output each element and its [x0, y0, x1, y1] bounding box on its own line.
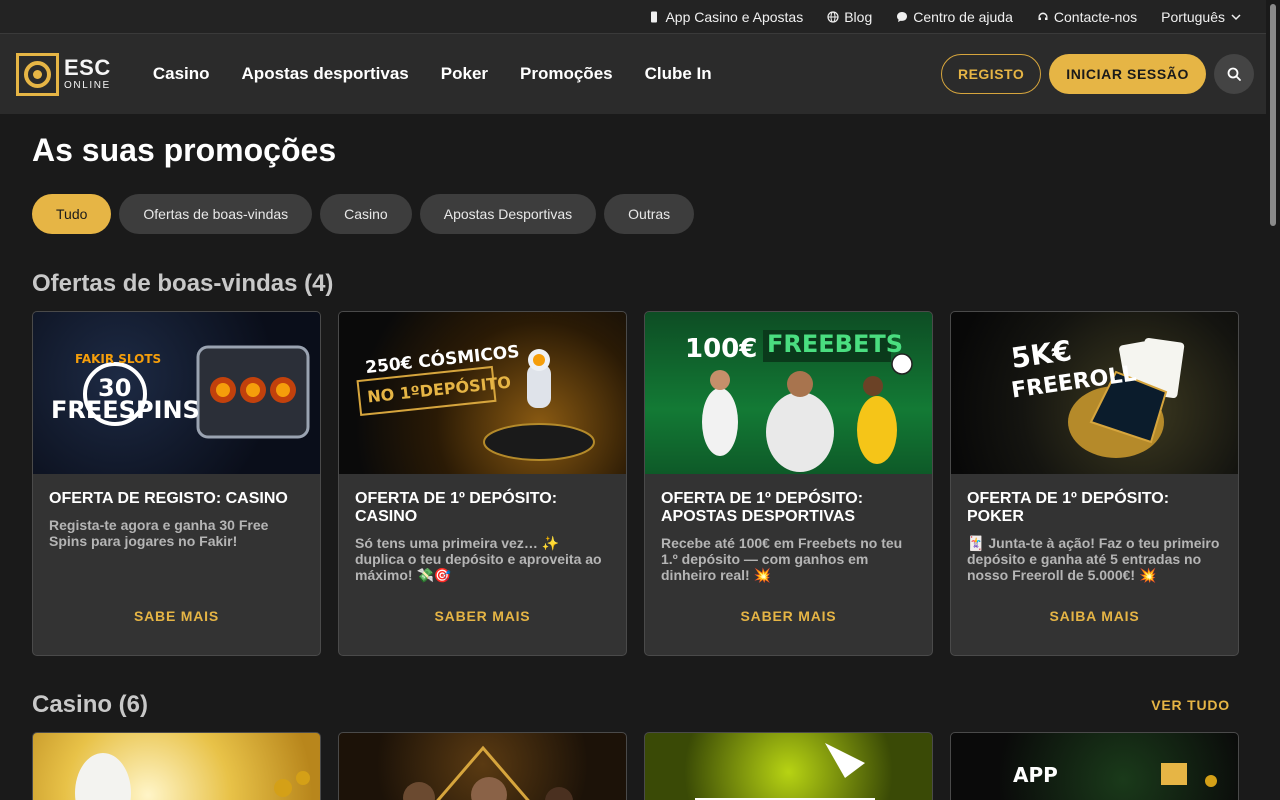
promo-image-headline: FREEBETS [767, 330, 904, 358]
promo-card-title: OFERTA DE 1º DEPÓSITO: APOSTAS DESPORTIV… [661, 490, 864, 525]
utility-bar: App Casino e Apostas Blog Centro de ajud… [0, 0, 1280, 34]
welcome-section-title: Ofertas de boas-vindas (4) [32, 270, 334, 297]
promo-card-title: OFERTA DE 1º DEPÓSITO: POKER [967, 490, 1170, 525]
promo-card-title: OFERTA DE 1º DEPÓSITO: CASINO [355, 490, 558, 525]
main-content: As suas promoções Tudo Ofertas de boas-v… [0, 132, 1280, 800]
promo-image-freebets: 100€ FREEBETS [645, 312, 932, 474]
register-button[interactable]: REGISTO [940, 54, 1042, 94]
chat-bubble-icon [897, 11, 908, 22]
page-title: As suas promoções [32, 132, 337, 168]
casino-section-header: Casino (6) VER TUDO [32, 691, 1248, 719]
promo-card-cta[interactable]: SABE MAIS [33, 608, 320, 624]
blog-link[interactable]: Blog [827, 9, 872, 25]
language-selector[interactable]: Português [1161, 9, 1242, 25]
search-icon [1227, 67, 1241, 81]
promo-card-cta[interactable]: SABER MAIS [645, 608, 932, 624]
promo-image-freeroll: 5K€ FREEROLL [951, 312, 1238, 474]
nav-promotions[interactable]: Promoções [520, 64, 613, 84]
promo-card-description: Só tens uma primeira vez… ✨ duplica o te… [355, 535, 602, 583]
promo-card-poker-deposit[interactable]: 5K€ FREEROLL OFERTA DE 1º DEPÓSITO: POKE… [950, 311, 1239, 656]
promo-image-cosmic: 250€ CÓSMICOS NO 1ºDEPÓSITO [339, 312, 626, 474]
promo-card-description: Recebe até 100€ em Freebets no teu 1.º d… [661, 535, 903, 583]
phone-icon [651, 11, 658, 22]
language-label: Português [1161, 8, 1225, 25]
logo-mark [16, 52, 59, 96]
main-nav: Casino Apostas desportivas Poker Promoçõ… [153, 64, 712, 84]
chevron-down-icon [1231, 13, 1241, 20]
login-button[interactable]: INICIAR SESSÃO [1049, 54, 1206, 94]
casino-promo-card[interactable] [32, 732, 321, 800]
promo-image-headline: FREESPINS [51, 396, 200, 424]
main-header: ESC ONLINE Casino Apostas desportivas Po… [0, 34, 1280, 114]
see-all-link[interactable]: VER TUDO [1151, 697, 1230, 713]
filter-chips: Tudo Ofertas de boas-vindas Casino Apost… [32, 194, 1248, 234]
promo-card-title: OFERTA DE REGISTO: CASINO [49, 490, 288, 507]
help-center-link[interactable]: Centro de ajuda [896, 9, 1013, 25]
promo-image-amount: 100€ [685, 334, 758, 364]
contact-link[interactable]: Contacte-nos [1037, 9, 1137, 25]
promo-card-description: Regista-te agora e ganha 30 Free Spins p… [49, 517, 269, 549]
promo-image-freespins: FAKIR SLOTS 30 FREESPINS [33, 312, 320, 474]
logo[interactable]: ESC ONLINE [16, 52, 111, 96]
promo-card-casino-registration[interactable]: FAKIR SLOTS 30 FREESPINS OFERTA DE REGIS… [32, 311, 321, 656]
promo-card-cta[interactable]: SAIBA MAIS [951, 608, 1238, 624]
filter-sports[interactable]: Apostas Desportivas [419, 194, 597, 234]
casino-promo-card[interactable]: APP [950, 732, 1239, 800]
filter-casino[interactable]: Casino [320, 194, 412, 234]
casino-cards: APP [32, 732, 1248, 800]
nav-poker[interactable]: Poker [441, 64, 488, 84]
casino-promo-card[interactable] [338, 732, 627, 800]
nav-casino[interactable]: Casino [153, 64, 210, 84]
welcome-cards: FAKIR SLOTS 30 FREESPINS OFERTA DE REGIS… [32, 311, 1248, 656]
contact-label: Contacte-nos [1053, 8, 1138, 25]
nav-clube-in[interactable]: Clube In [645, 64, 712, 84]
headset-icon [1038, 12, 1048, 20]
help-center-label: Centro de ajuda [913, 8, 1013, 25]
app-link-label: App Casino e Apostas [665, 8, 804, 25]
promo-card-sports-deposit[interactable]: 100€ FREEBETS OFERTA DE 1º DEPÓSITO: APO… [644, 311, 933, 656]
filter-all[interactable]: Tudo [32, 194, 112, 234]
scrollbar-thumb[interactable] [1270, 4, 1276, 226]
search-button[interactable] [1214, 54, 1254, 94]
welcome-section-header: Ofertas de boas-vindas (4) [32, 270, 1248, 298]
globe-icon [827, 10, 839, 23]
filter-others[interactable]: Outras [604, 194, 695, 234]
promo-card-description: 🃏 Junta-te à ação! Faz o teu primeiro de… [967, 535, 1220, 583]
blog-link-label: Blog [844, 8, 873, 25]
app-link[interactable]: App Casino e Apostas [648, 9, 803, 25]
filter-welcome[interactable]: Ofertas de boas-vindas [119, 194, 313, 234]
logo-text-main: ESC [64, 55, 111, 80]
casino-section-title: Casino (6) [32, 691, 149, 718]
promo-card-cta[interactable]: SABER MAIS [339, 608, 626, 624]
logo-text-sub: ONLINE [64, 80, 111, 91]
casino-promo-card[interactable] [644, 732, 933, 800]
scrollbar[interactable] [1266, 0, 1280, 800]
promo-image-brand: FAKIR SLOTS [75, 352, 162, 366]
nav-sports-betting[interactable]: Apostas desportivas [242, 64, 409, 84]
promo-card-casino-deposit[interactable]: 250€ CÓSMICOS NO 1ºDEPÓSITO OFERTA DE 1º… [338, 311, 627, 656]
